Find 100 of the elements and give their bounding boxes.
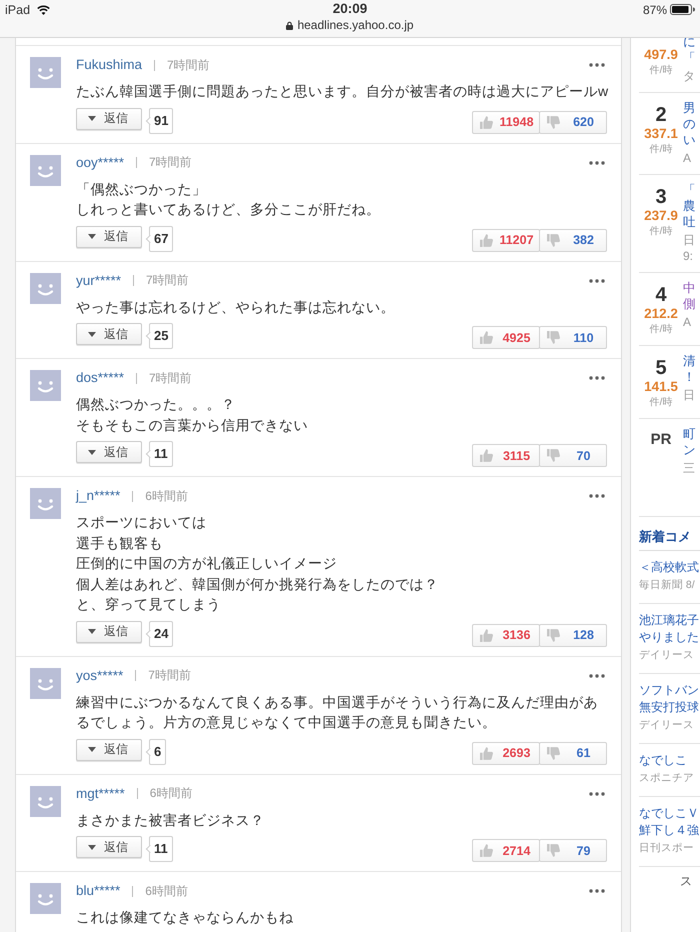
like-button[interactable]: 11948 bbox=[472, 110, 540, 134]
article-source: デイリース bbox=[639, 718, 695, 733]
reply-button[interactable]: 返信 bbox=[76, 836, 142, 858]
comment-rate: 497.9 bbox=[644, 47, 678, 63]
article-source: 日刊スポー bbox=[639, 841, 695, 856]
more-icon[interactable] bbox=[589, 160, 605, 164]
reply-button[interactable]: 返信 bbox=[76, 226, 142, 248]
battery-icon bbox=[670, 4, 695, 15]
more-icon[interactable] bbox=[589, 494, 605, 498]
like-button[interactable]: 3136 bbox=[472, 624, 540, 646]
article-link[interactable]: 「農吐 bbox=[683, 182, 700, 230]
like-button[interactable]: 2714 bbox=[472, 839, 540, 862]
more-icon[interactable] bbox=[589, 278, 605, 282]
reply-button[interactable]: 返信 bbox=[76, 441, 142, 463]
like-button[interactable]: 2693 bbox=[472, 742, 540, 764]
lock-icon bbox=[286, 21, 294, 30]
caret-icon bbox=[88, 116, 96, 121]
like-button[interactable]: 3115 bbox=[472, 444, 540, 467]
article-link[interactable]: 男のい bbox=[683, 100, 700, 148]
article-link[interactable]: 中側 bbox=[683, 280, 700, 312]
article-link[interactable]: 池江璃花子やりました bbox=[639, 612, 700, 646]
url-text[interactable]: headlines.yahoo.co.jp bbox=[297, 18, 414, 33]
more-icon[interactable] bbox=[589, 63, 605, 67]
battery-percent: 87% bbox=[642, 2, 667, 16]
avatar-icon bbox=[30, 370, 61, 401]
reply-count: 6 bbox=[145, 738, 166, 764]
article-source: A bbox=[683, 314, 692, 330]
rank-number: 3 bbox=[655, 186, 667, 208]
thumb-down-icon bbox=[547, 331, 560, 344]
article-link[interactable]: 町ン bbox=[683, 426, 700, 458]
dislike-button[interactable]: 110 bbox=[539, 326, 607, 349]
username-link[interactable]: mgt***** bbox=[76, 786, 125, 802]
reply-button[interactable]: 返信 bbox=[76, 323, 142, 345]
more-icon[interactable] bbox=[589, 889, 605, 893]
article-source: タ bbox=[683, 68, 696, 84]
thumb-up-icon bbox=[480, 234, 493, 246]
like-button[interactable]: 4925 bbox=[472, 326, 540, 349]
comment-text: 「偶然ぶつかった」 bbox=[76, 180, 208, 198]
more-link[interactable]: ス bbox=[680, 873, 692, 889]
username-link[interactable]: yos***** bbox=[76, 668, 124, 684]
thumb-down-icon bbox=[547, 449, 560, 462]
post-time: 7時間前 bbox=[148, 667, 191, 684]
thumb-down-icon bbox=[547, 234, 560, 246]
caret-icon bbox=[88, 234, 96, 239]
comment-text: 個人差はあれど、韓国側が何か挑発行為をしたのでは？ bbox=[76, 574, 440, 594]
comment-text: 選手も観客も bbox=[76, 534, 164, 552]
post-time: 7時間前 bbox=[149, 154, 192, 171]
clock: 20:09 bbox=[332, 0, 368, 18]
avatar-icon bbox=[30, 272, 61, 304]
post-time: 7時間前 bbox=[167, 56, 210, 74]
post-time: 6時間前 bbox=[150, 785, 192, 802]
article-link[interactable]: なでしこ bbox=[639, 752, 700, 769]
username-link[interactable]: Fukushima bbox=[76, 57, 142, 73]
like-button[interactable]: 11207 bbox=[472, 228, 540, 252]
comment-text: しれっと書いてあるけど、多分ここが肝だね。 bbox=[76, 200, 382, 219]
username-link[interactable]: dos***** bbox=[76, 370, 124, 386]
username-link[interactable]: j_n***** bbox=[76, 488, 120, 504]
article-link[interactable]: ソフトバン無安打投球 bbox=[639, 682, 700, 716]
rank-number: 4 bbox=[655, 284, 667, 306]
rate-unit: 件/時 bbox=[650, 64, 672, 78]
article-link[interactable]: なでしこＶ鮮下し４強 bbox=[639, 805, 700, 839]
more-icon[interactable] bbox=[589, 376, 605, 380]
rank-number: 2 bbox=[655, 104, 667, 126]
comment-text: 練習中にぶつかるなんて良くある事。中国選手がそういう行為に及んだ理由があるでしょう。片方の意見じゃなくて中国選手の意見も聞きたい。 bbox=[76, 692, 599, 732]
dislike-button[interactable]: 79 bbox=[539, 839, 607, 862]
article-source: スポニチア bbox=[639, 771, 695, 786]
dislike-button[interactable]: 128 bbox=[539, 624, 607, 646]
thumb-down-icon bbox=[547, 844, 560, 857]
more-icon[interactable] bbox=[589, 674, 605, 678]
reply-button[interactable]: 返信 bbox=[76, 108, 142, 130]
username-link[interactable]: blu***** bbox=[76, 883, 120, 899]
reply-button[interactable]: 返信 bbox=[76, 620, 142, 642]
comment-text: やった事は忘れるけど、やられた事は忘れない。 bbox=[76, 298, 396, 316]
reply-count: 24 bbox=[145, 620, 174, 646]
comment-text: スポーツにおいては bbox=[76, 513, 208, 532]
comment-rate: 212.2 bbox=[644, 306, 678, 322]
article-link[interactable]: ＜高校軟式 bbox=[639, 559, 700, 576]
avatar-icon bbox=[30, 786, 61, 816]
reply-count: 25 bbox=[145, 323, 174, 349]
section-heading: 新着コメ bbox=[639, 529, 700, 551]
ad-label: PR bbox=[650, 430, 672, 450]
post-time: 6時間前 bbox=[145, 488, 188, 504]
thumb-up-icon bbox=[480, 449, 493, 462]
dislike-button[interactable]: 61 bbox=[539, 742, 607, 764]
article-source: 日9: bbox=[683, 232, 696, 264]
username-link[interactable]: yur***** bbox=[76, 272, 122, 288]
thumb-up-icon bbox=[480, 331, 493, 344]
avatar-icon bbox=[30, 154, 61, 186]
dislike-button[interactable]: 70 bbox=[539, 444, 607, 467]
dislike-button[interactable]: 620 bbox=[539, 110, 607, 134]
reply-count: 11 bbox=[145, 441, 173, 467]
article-link[interactable]: 清！ bbox=[683, 353, 700, 385]
article-source: 日 bbox=[683, 387, 696, 403]
thumb-down-icon bbox=[547, 628, 560, 642]
thumb-up-icon bbox=[480, 628, 493, 642]
more-icon[interactable] bbox=[589, 792, 605, 796]
username-link[interactable]: ooy***** bbox=[76, 154, 124, 170]
thumb-up-icon bbox=[480, 844, 493, 857]
reply-button[interactable]: 返信 bbox=[76, 738, 142, 760]
dislike-button[interactable]: 382 bbox=[539, 228, 607, 252]
